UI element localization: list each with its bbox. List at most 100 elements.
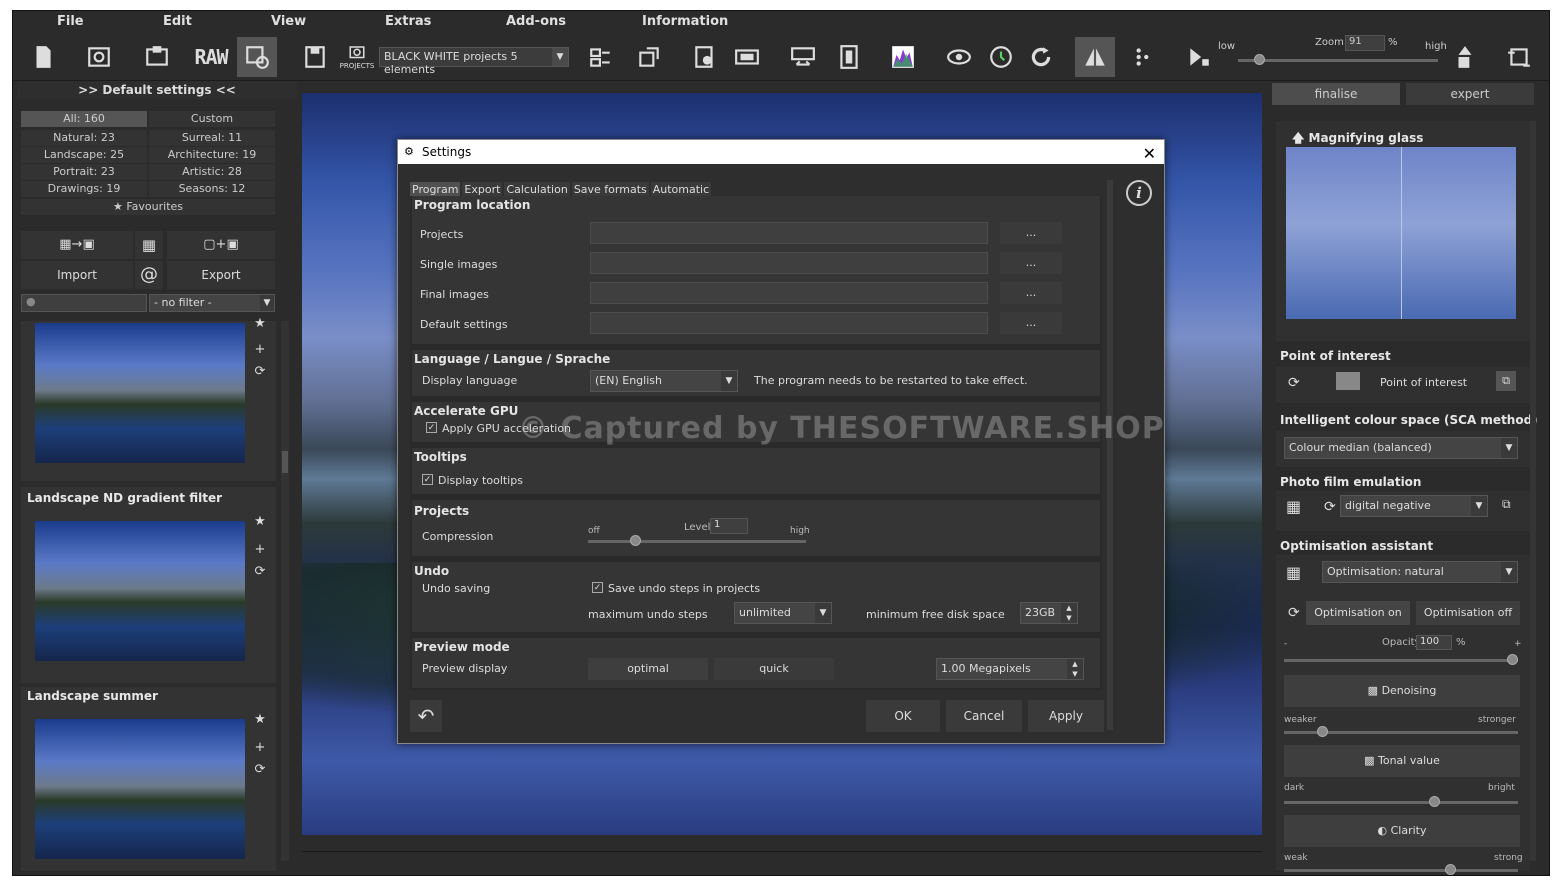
- refresh-icon[interactable]: ⟳: [1288, 605, 1300, 621]
- projects-icon[interactable]: PROJECTS: [340, 41, 374, 73]
- opacity-knob[interactable]: [1507, 654, 1518, 665]
- category-portrait[interactable]: Portrait: 23: [21, 164, 147, 180]
- star-icon[interactable]: ★: [253, 713, 267, 727]
- add-icon[interactable]: +: [253, 741, 267, 755]
- opt-grid-icon[interactable]: ▦: [1286, 563, 1301, 582]
- ok-button[interactable]: OK: [866, 700, 940, 732]
- single-images-input[interactable]: [590, 252, 988, 274]
- filmstrip-icon[interactable]: [833, 41, 865, 73]
- tooltips-checkbox[interactable]: ✓: [422, 474, 433, 485]
- zoom-slider[interactable]: [1238, 54, 1438, 65]
- timer-icon[interactable]: [985, 41, 1017, 73]
- histogram-icon[interactable]: [887, 41, 919, 73]
- compression-slider[interactable]: [588, 535, 806, 546]
- final-images-input[interactable]: [590, 282, 988, 304]
- preset-card[interactable]: ★ + ⟳: [21, 317, 276, 481]
- favourites-button[interactable]: ★ Favourites: [21, 199, 275, 215]
- film-settings-icon[interactable]: ⧉: [1502, 497, 1511, 512]
- category-landscape[interactable]: Landscape: 25: [21, 147, 147, 163]
- open-image-icon[interactable]: [141, 41, 173, 73]
- history-icon[interactable]: [83, 41, 115, 73]
- new-document-icon[interactable]: [27, 41, 59, 73]
- info-icon[interactable]: i: [1126, 180, 1152, 206]
- presets-scrollbar[interactable]: [281, 321, 289, 861]
- export-button[interactable]: Export: [167, 261, 275, 289]
- star-icon[interactable]: ★: [253, 317, 267, 331]
- close-icon[interactable]: ✕: [1143, 142, 1156, 166]
- adjustments-scrollbar[interactable]: [1530, 121, 1536, 861]
- max-undo-select[interactable]: unlimited ▼: [734, 602, 832, 624]
- poi-icon[interactable]: [1336, 372, 1360, 390]
- refresh-icon[interactable]: ⟳: [253, 365, 267, 379]
- add-icon[interactable]: +: [253, 543, 267, 557]
- apply-button[interactable]: Apply: [1028, 700, 1104, 732]
- category-drawings[interactable]: Drawings: 19: [21, 181, 147, 197]
- refresh-icon[interactable]: ⟳: [1288, 375, 1300, 391]
- refresh-icon[interactable]: ⟳: [253, 565, 267, 579]
- single-images-browse-button[interactable]: ...: [1000, 252, 1062, 274]
- layers-icon[interactable]: [585, 41, 617, 73]
- opacity-input[interactable]: 100: [1416, 635, 1452, 650]
- projects-browse-button[interactable]: ...: [1000, 222, 1062, 244]
- denoising-button[interactable]: ▩ Denoising: [1284, 675, 1520, 707]
- denoise-knob[interactable]: [1317, 726, 1329, 737]
- preview-eye-icon[interactable]: [943, 41, 975, 73]
- save-icon[interactable]: [299, 41, 331, 73]
- menu-extras[interactable]: Extras: [385, 14, 431, 29]
- optimisation-off-button[interactable]: Optimisation off: [1416, 601, 1520, 625]
- menu-view[interactable]: View: [271, 14, 306, 29]
- tonal-slider[interactable]: [1284, 796, 1518, 807]
- batch-icon[interactable]: [237, 37, 277, 77]
- category-custom[interactable]: Custom: [149, 111, 275, 127]
- filter-select[interactable]: - no filter - ▼: [149, 294, 275, 312]
- sca-select[interactable]: Colour median (balanced) ▼: [1284, 437, 1518, 459]
- projects-select[interactable]: BLACK WHITE projects 5 elements ▼: [379, 47, 569, 76]
- default-settings-browse-button[interactable]: ...: [1000, 312, 1062, 334]
- star-icon[interactable]: ★: [253, 515, 267, 529]
- menu-addons[interactable]: Add-ons: [506, 14, 566, 29]
- dots-icon[interactable]: [1127, 41, 1159, 73]
- category-seasons[interactable]: Seasons: 12: [149, 181, 275, 197]
- final-images-browse-button[interactable]: ...: [1000, 282, 1062, 304]
- clarity-button[interactable]: ◐ Clarity: [1284, 815, 1520, 847]
- refresh-icon[interactable]: ⟳: [253, 763, 267, 777]
- rotate-canvas-icon[interactable]: [1503, 41, 1535, 73]
- tab-finalise[interactable]: finalise: [1272, 83, 1400, 105]
- undo-checkbox[interactable]: ✓: [592, 582, 603, 593]
- upload-icon[interactable]: [1449, 41, 1481, 73]
- film-select[interactable]: digital negative ▼: [1340, 495, 1488, 517]
- poi-button[interactable]: Point of interest: [1380, 376, 1467, 389]
- gpu-checkbox[interactable]: ✓: [426, 422, 437, 433]
- import-button[interactable]: Import: [21, 261, 133, 289]
- email-icon[interactable]: @: [135, 261, 163, 289]
- combine-presets-icon[interactable]: ▢+▣: [167, 231, 275, 259]
- preset-card[interactable]: Landscape summer ★ + ⟳: [21, 687, 276, 871]
- save-preset-grid-icon[interactable]: ▦→▣: [21, 231, 133, 259]
- opt-select[interactable]: Optimisation: natural ▼: [1322, 561, 1518, 583]
- menu-information[interactable]: Information: [642, 14, 728, 29]
- stepper-arrows-icon[interactable]: ▲ ▼: [1061, 603, 1077, 623]
- fullscreen-icon[interactable]: [731, 41, 763, 73]
- optimisation-on-button[interactable]: Optimisation on: [1306, 601, 1410, 625]
- category-natural[interactable]: Natural: 23: [21, 130, 147, 146]
- category-surreal[interactable]: Surreal: 11: [149, 130, 275, 146]
- refresh-icon[interactable]: [1025, 41, 1057, 73]
- export-icon[interactable]: [689, 41, 721, 73]
- dialog-scrollbar[interactable]: [1107, 180, 1113, 730]
- image-hscrollbar[interactable]: [302, 851, 1262, 873]
- tab-expert[interactable]: expert: [1406, 83, 1534, 105]
- category-architecture[interactable]: Architecture: 19: [149, 147, 275, 163]
- preset-settings-icon[interactable]: ▦: [135, 231, 163, 259]
- clarity-slider[interactable]: [1284, 864, 1518, 875]
- opacity-slider[interactable]: [1284, 654, 1518, 665]
- stepper-arrows-icon[interactable]: ▲ ▼: [1067, 659, 1083, 679]
- scrollbar-thumb[interactable]: [282, 451, 288, 473]
- cancel-button[interactable]: Cancel: [946, 700, 1022, 732]
- refresh-icon[interactable]: ⟳: [1324, 499, 1336, 515]
- projects-path-input[interactable]: [590, 222, 988, 244]
- raw-button[interactable]: RAW: [194, 41, 228, 73]
- add-icon[interactable]: +: [253, 343, 267, 357]
- search-input[interactable]: ●: [21, 294, 147, 312]
- undo-icon[interactable]: ↶: [410, 700, 442, 732]
- optimal-button[interactable]: optimal: [588, 658, 708, 680]
